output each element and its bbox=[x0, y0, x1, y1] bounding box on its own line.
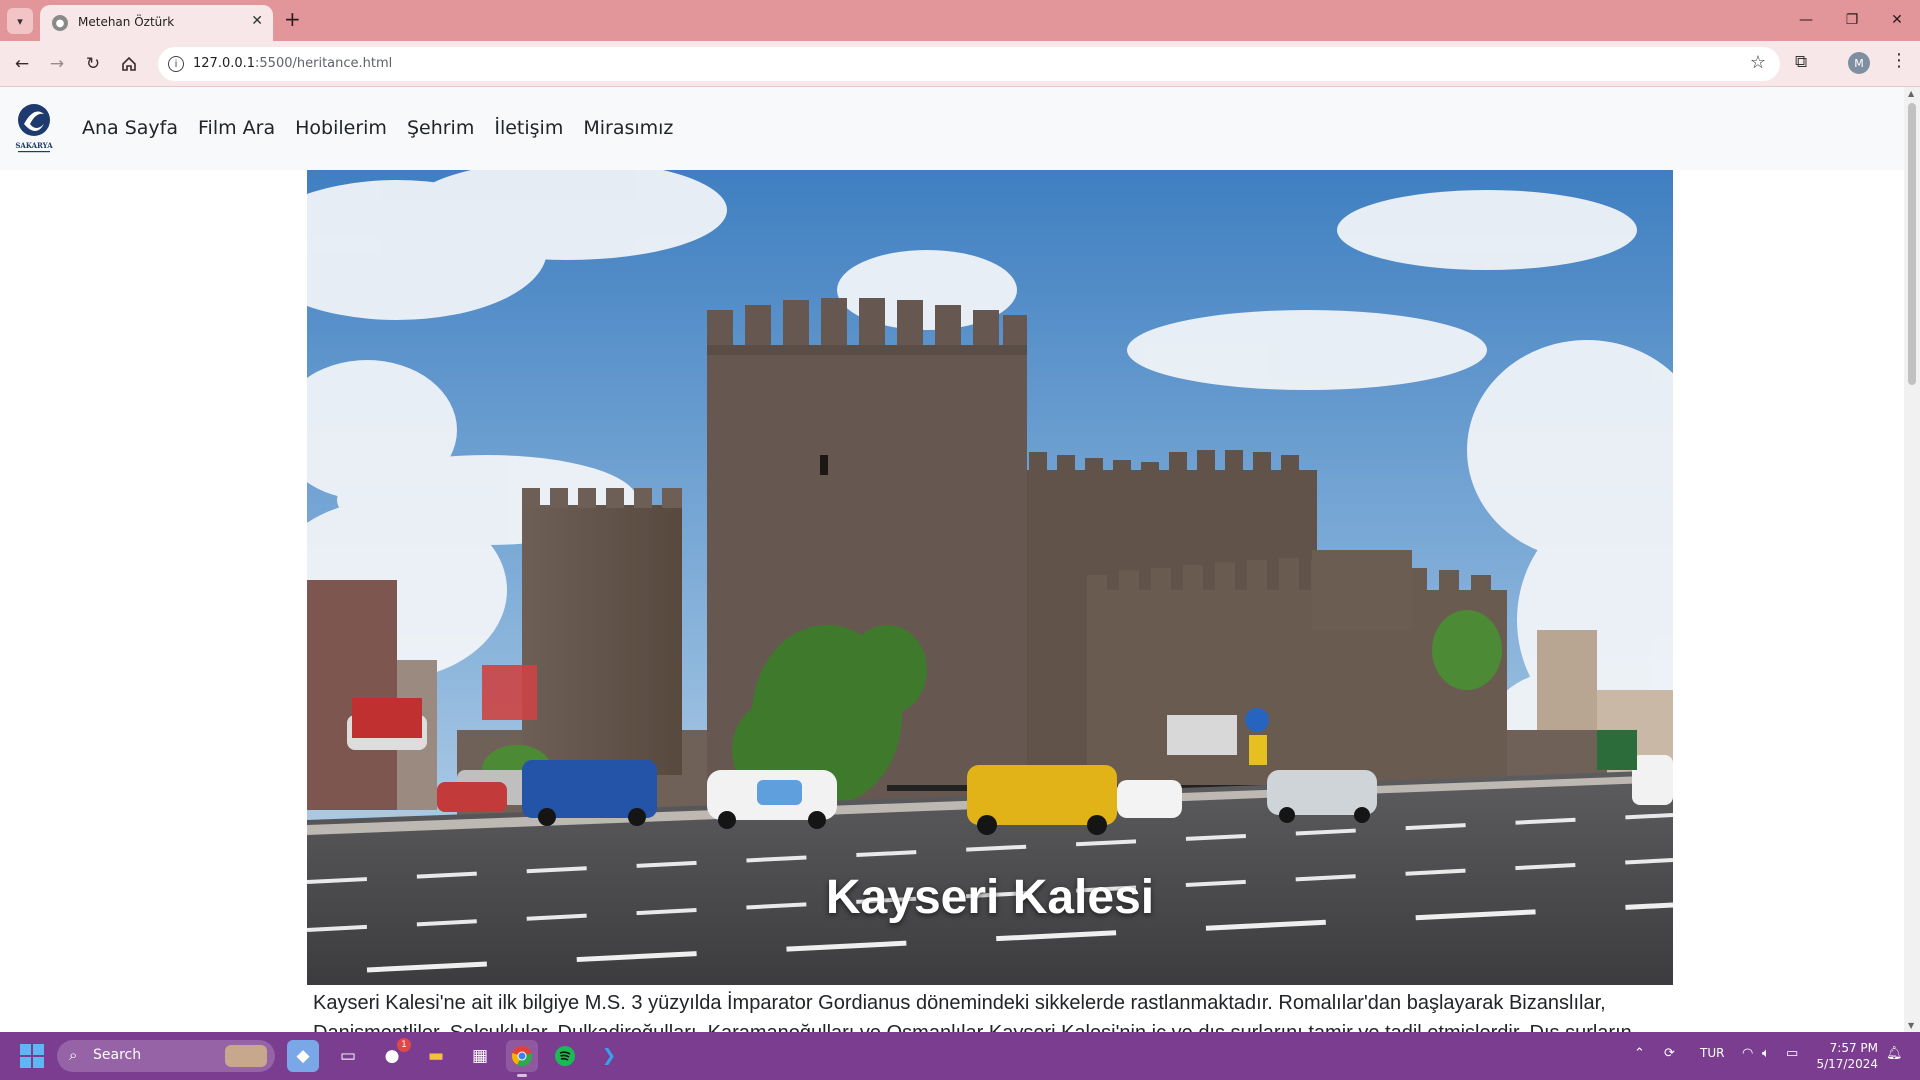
hero-caption: Kayseri Kalesi bbox=[825, 871, 1155, 924]
browser-toolbar: ← → ↻ i 127.0.0.1:5500/heritance.html ☆ … bbox=[0, 41, 1920, 87]
logo-text: SAKARYA bbox=[15, 141, 53, 150]
search-highlight-image bbox=[225, 1045, 267, 1067]
url-host: 127.0.0.1 bbox=[193, 56, 256, 71]
taskbar-clock[interactable]: 7:57 PM 5/17/2024 bbox=[1812, 1040, 1878, 1072]
notification-bell-icon[interactable]: 🔔︎ bbox=[1886, 1046, 1903, 1061]
back-button[interactable]: ← bbox=[8, 50, 36, 78]
search-label: Search bbox=[93, 1047, 142, 1063]
hero-image: Kayseri Kalesi bbox=[307, 170, 1673, 985]
tab-search-button[interactable]: ▾ bbox=[7, 8, 33, 34]
chevron-down-icon: ▾ bbox=[17, 14, 23, 28]
url-path: :5500/heritance.html bbox=[255, 56, 393, 71]
castle-photo bbox=[307, 170, 1673, 985]
windows-start-icon[interactable] bbox=[20, 1044, 44, 1068]
task-view-icon[interactable]: ▭ bbox=[332, 1040, 364, 1072]
nav-link-mirasimiz[interactable]: Mirasımız bbox=[583, 117, 673, 139]
restore-button[interactable]: ❐ bbox=[1832, 8, 1872, 32]
browser-tab-strip: ▾ ● Metehan Öztürk ✕ + — ❐ ✕ bbox=[0, 0, 1920, 41]
close-window-button[interactable]: ✕ bbox=[1877, 8, 1917, 32]
windows-taskbar: ⌕ Search ◆ ▭ ● 1 ▬ ▦ ❯ ⌃ ⟳ TUR ◠ 🔈︎ ▭ 7:5… bbox=[0, 1032, 1920, 1080]
nav-link-iletisim[interactable]: İletişim bbox=[494, 117, 563, 139]
tab-title: Metehan Öztürk bbox=[78, 15, 175, 29]
file-explorer-icon[interactable]: ▬ bbox=[420, 1040, 452, 1072]
scroll-up-icon[interactable]: ▲ bbox=[1908, 89, 1914, 98]
browser-tab[interactable]: ● Metehan Öztürk ✕ bbox=[40, 5, 273, 41]
extensions-icon[interactable]: ⧉ bbox=[1795, 52, 1807, 72]
close-tab-icon[interactable]: ✕ bbox=[251, 13, 263, 29]
nav-link-ana-sayfa[interactable]: Ana Sayfa bbox=[82, 117, 178, 139]
chrome-logo-icon bbox=[511, 1046, 533, 1067]
profile-avatar[interactable]: M bbox=[1848, 52, 1870, 74]
vscode-icon[interactable]: ❯ bbox=[593, 1040, 625, 1072]
url-text: 127.0.0.1:5500/heritance.html bbox=[193, 56, 392, 71]
page-scrollbar[interactable]: ▲ ▼ bbox=[1904, 87, 1920, 1032]
notification-badge: 1 bbox=[397, 1038, 411, 1052]
active-indicator bbox=[517, 1074, 527, 1077]
volume-icon[interactable]: 🔈︎ bbox=[1762, 1046, 1770, 1061]
microsoft-store-icon[interactable]: ▦ bbox=[464, 1040, 496, 1072]
clock-time: 7:57 PM bbox=[1829, 1041, 1878, 1055]
spotify-logo-icon bbox=[555, 1046, 575, 1066]
clock-date: 5/17/2024 bbox=[1816, 1057, 1878, 1071]
bookmark-star-icon[interactable]: ☆ bbox=[1750, 52, 1766, 73]
page-viewport: SAKARYA Ana Sayfa Film Ara Hobilerim Şeh… bbox=[0, 87, 1904, 1032]
teams-icon[interactable]: ● 1 bbox=[376, 1038, 411, 1072]
home-icon bbox=[122, 56, 136, 71]
site-info-icon[interactable]: i bbox=[168, 56, 184, 72]
browser-menu-icon[interactable]: ⋮ bbox=[1890, 50, 1908, 71]
home-button[interactable] bbox=[115, 50, 143, 78]
scroll-down-icon[interactable]: ▼ bbox=[1908, 1021, 1914, 1030]
forward-button[interactable]: → bbox=[43, 50, 71, 78]
article-paragraph: Kayseri Kalesi'ne ait ilk bilgiye M.S. 3… bbox=[313, 992, 1632, 1032]
show-hidden-icons-icon[interactable]: ⌃ bbox=[1634, 1046, 1645, 1061]
spotify-icon[interactable] bbox=[549, 1040, 581, 1072]
battery-icon[interactable]: ▭ bbox=[1786, 1046, 1798, 1061]
reload-button[interactable]: ↻ bbox=[79, 50, 107, 78]
site-nav-links: Ana Sayfa Film Ara Hobilerim Şehrim İlet… bbox=[82, 117, 673, 139]
scrollbar-thumb[interactable] bbox=[1908, 103, 1916, 385]
nav-link-hobilerim[interactable]: Hobilerim bbox=[295, 117, 387, 139]
taskbar-search[interactable]: ⌕ Search bbox=[57, 1040, 275, 1072]
language-indicator[interactable]: TUR bbox=[1700, 1046, 1724, 1060]
arrow-left-icon: ← bbox=[14, 54, 30, 74]
chrome-icon[interactable] bbox=[506, 1040, 538, 1077]
minimize-button[interactable]: — bbox=[1786, 8, 1826, 32]
copilot-icon[interactable]: ◆ bbox=[287, 1040, 319, 1072]
arrow-right-icon: → bbox=[49, 54, 65, 74]
wifi-icon[interactable]: ◠ bbox=[1742, 1046, 1753, 1061]
address-bar[interactable]: i 127.0.0.1:5500/heritance.html ☆ bbox=[158, 47, 1780, 81]
search-icon: ⌕ bbox=[69, 1046, 78, 1064]
nav-link-film-ara[interactable]: Film Ara bbox=[198, 117, 275, 139]
reload-icon: ↻ bbox=[85, 54, 101, 74]
site-navbar: SAKARYA Ana Sayfa Film Ara Hobilerim Şeh… bbox=[0, 87, 1904, 170]
globe-icon: ● bbox=[52, 15, 68, 31]
sync-icon[interactable]: ⟳ bbox=[1664, 1046, 1675, 1061]
nav-link-sehrim[interactable]: Şehrim bbox=[407, 117, 474, 139]
new-tab-button[interactable]: + bbox=[284, 9, 301, 29]
sakarya-logo[interactable]: SAKARYA bbox=[14, 102, 54, 154]
